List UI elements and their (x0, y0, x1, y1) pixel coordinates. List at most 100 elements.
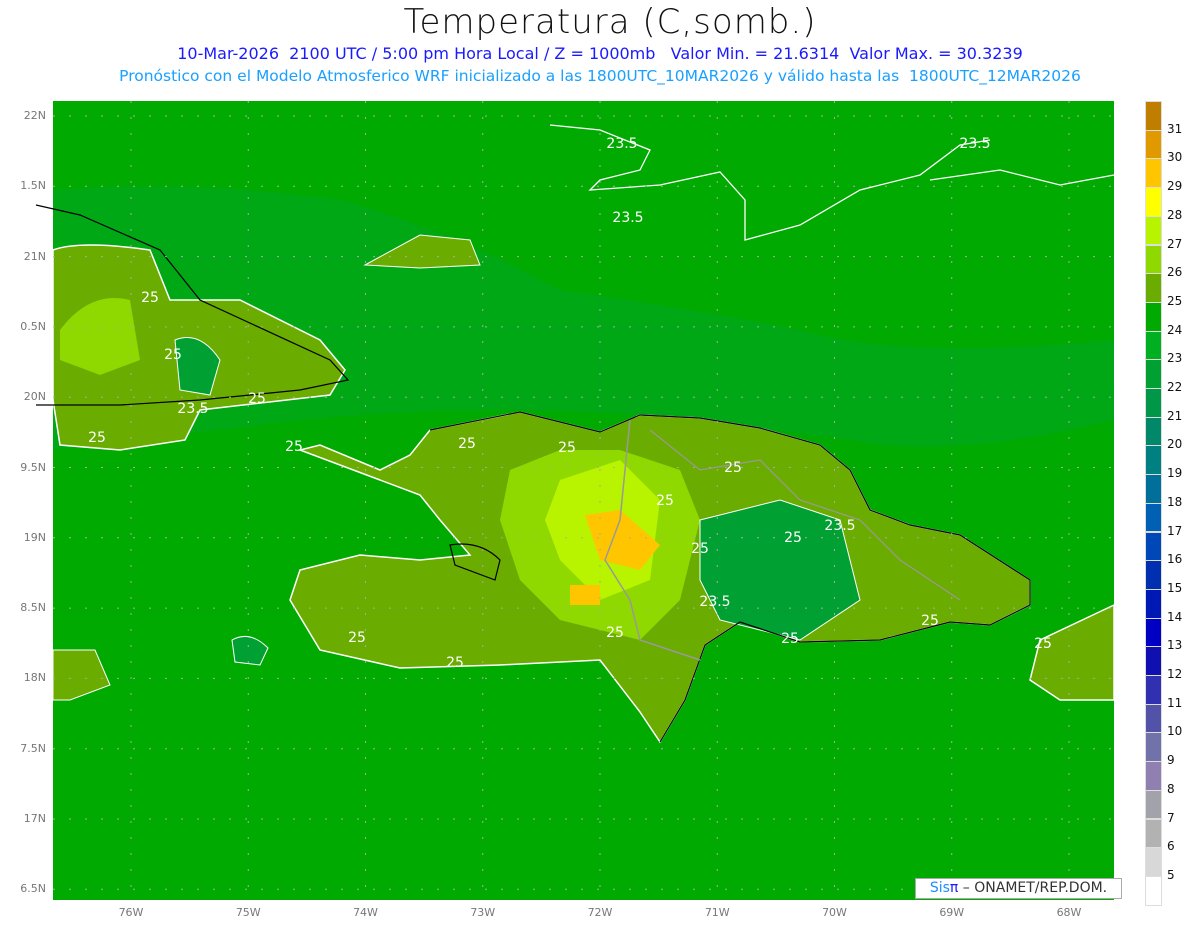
colorbar-swatch (1145, 847, 1162, 877)
colorbar-swatch (1145, 703, 1162, 734)
colorbar-swatch (1145, 675, 1162, 705)
colorbar-label: 6 (1167, 839, 1175, 854)
colorbar-label: 7 (1167, 810, 1175, 825)
colorbar-label: 24 (1167, 322, 1183, 337)
colorbar-swatch (1145, 875, 1162, 906)
contour-label: 25 (784, 530, 802, 546)
lat-label: 22N (23, 109, 46, 122)
contour-label: 23.5 (612, 210, 643, 226)
contour-label: 23.5 (177, 401, 208, 417)
contour-label: 25 (446, 655, 464, 671)
lat-label: 8.5N (20, 601, 46, 615)
colorbar-swatch (1145, 301, 1162, 332)
colorbar-swatch (1145, 732, 1162, 763)
temperature-map: 23.5 23.5 23.5 25 25 23.5 25 25 25 25 25 25 25 25 23.5… (35, 101, 1115, 900)
lat-label: 19N (23, 530, 46, 544)
lon-label: 69W (939, 906, 965, 919)
colorbar-label: 20 (1167, 437, 1183, 452)
contour-label: 25 (164, 347, 182, 363)
contour-label: 23.5 (824, 518, 855, 534)
colorbar-swatch (1145, 560, 1162, 590)
colorbar-swatch (1145, 588, 1162, 619)
contour-label: 25 (691, 541, 709, 557)
lon-label: 71W (704, 906, 730, 919)
hispaniola-hot-spot (570, 585, 600, 605)
contour-label: 23.5 (606, 136, 637, 152)
contour-label: 25 (921, 613, 939, 629)
colorbar-label: 10 (1167, 724, 1183, 739)
colorbar-label: 12 (1167, 667, 1183, 681)
colorbar-label: 11 (1167, 695, 1183, 710)
contour-label: 25 (558, 440, 576, 456)
lat-label: 7.5N (20, 741, 46, 755)
colorbar-swatch (1145, 646, 1162, 676)
contour-label: 25 (724, 460, 742, 476)
colorbar-label: 15 (1167, 580, 1183, 595)
logo-sis: Sis (929, 880, 950, 896)
contour-label: 25 (88, 430, 106, 446)
colorbar-swatch (1145, 101, 1162, 131)
colorbar-label: 31 (1167, 121, 1183, 136)
lon-label: 76W (118, 906, 144, 919)
lat-label: 9.5N (20, 460, 46, 474)
colorbar-swatch (1145, 531, 1162, 562)
colorbar-label: 28 (1167, 207, 1183, 222)
contour-label: 25 (1034, 636, 1052, 652)
contour-label: 25 (606, 625, 624, 641)
contour-label: 25 (285, 439, 303, 455)
colorbar-label: 21 (1167, 408, 1183, 423)
colorbar-label: 16 (1167, 552, 1183, 567)
contour-label: 25 (141, 290, 159, 306)
colorbar-swatch (1145, 474, 1162, 504)
contour-label: 25 (248, 391, 266, 407)
colorbar-label: 5 (1167, 867, 1175, 882)
colorbar-swatch (1145, 761, 1162, 791)
lat-label: 21N (23, 249, 46, 263)
logo-onamet: – ONAMET/REP.DOM. (958, 880, 1108, 896)
colorbar-swatch (1145, 359, 1162, 389)
colorbar-swatch (1145, 273, 1162, 303)
colorbar-swatch (1145, 187, 1162, 217)
onamet-logo: Sisπ – ONAMET/REP.DOM. (915, 878, 1122, 899)
colorbar-label: 13 (1167, 638, 1183, 653)
colorbar-swatch (1145, 416, 1162, 447)
colorbar-label: 29 (1167, 179, 1183, 194)
contour-label: 25 (656, 493, 674, 509)
lat-label: 6.5N (20, 882, 46, 896)
colorbar-swatch (1145, 445, 1162, 476)
colorbar-swatch (1145, 158, 1162, 189)
contour-label: 25 (781, 631, 799, 647)
lon-label: 72W (587, 906, 613, 919)
lat-label: 17N (23, 812, 46, 825)
contour-label: 25 (348, 630, 366, 646)
contour-label: 23.5 (959, 136, 990, 152)
colorbar-label: 23 (1167, 351, 1183, 366)
colorbar-label: 26 (1167, 265, 1183, 280)
colorbar-swatch (1145, 789, 1162, 820)
colorbar-swatch (1145, 215, 1162, 246)
lon-label: 68W (1056, 906, 1082, 919)
colorbar-swatch (1145, 388, 1162, 418)
colorbar-swatch (1145, 617, 1162, 648)
lon-label: 73W (470, 906, 496, 919)
lon-label: 70W (822, 906, 847, 919)
colorbar-swatch (1145, 129, 1162, 160)
colorbar-label: 8 (1167, 781, 1175, 796)
colorbar-label: 22 (1167, 380, 1183, 394)
colorbar-label: 25 (1167, 293, 1183, 308)
colorbar-label: 9 (1167, 753, 1175, 768)
colorbar-label: 27 (1167, 236, 1183, 251)
lat-label: 1.5N (20, 179, 46, 193)
contour-label: 25 (458, 436, 476, 452)
colorbar-swatch (1145, 244, 1162, 275)
colorbar-label: 18 (1167, 494, 1183, 509)
colorbar-swatch (1145, 502, 1162, 533)
colorbar-swatch (1145, 330, 1162, 361)
colorbar-label: 30 (1167, 150, 1183, 165)
contour-label: 23.5 (699, 594, 730, 610)
lat-label: 0.5N (20, 319, 46, 333)
colorbar-label: 19 (1167, 466, 1183, 481)
lat-label: 18N (23, 671, 46, 685)
lat-label: 20N (23, 390, 46, 404)
colorbar-label: 14 (1167, 609, 1183, 624)
